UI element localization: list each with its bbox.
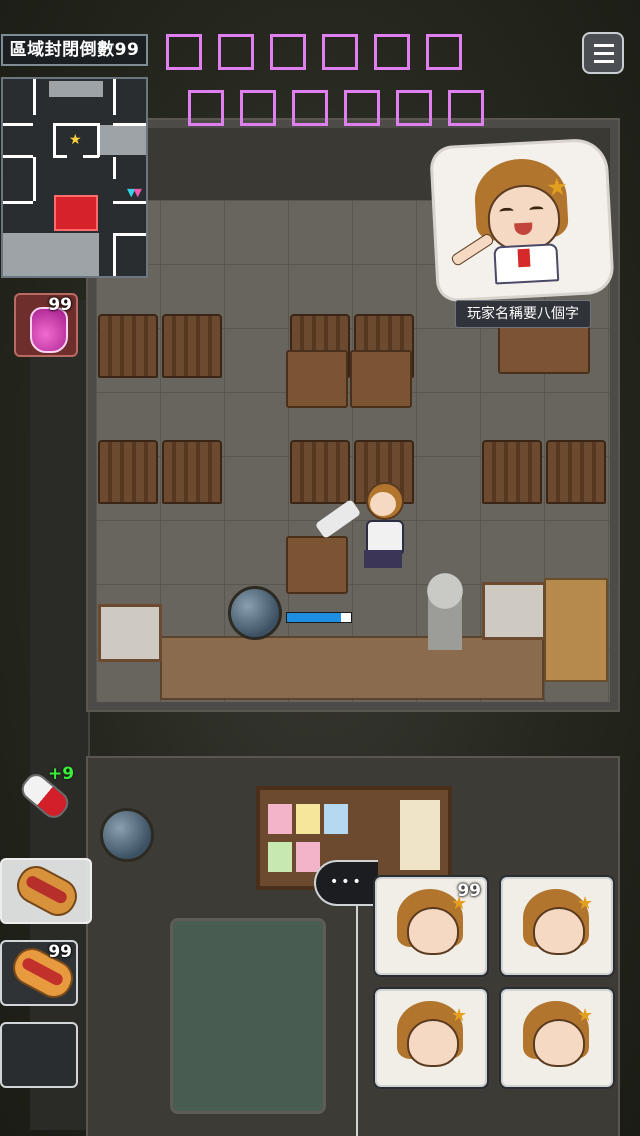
player-avatar-sticker: ★ (432, 140, 612, 300)
chair (162, 440, 222, 504)
chair (482, 440, 542, 504)
star-icon: ★ (69, 132, 82, 148)
name-box (344, 90, 380, 126)
card-slot[interactable]: ★ (375, 989, 487, 1087)
name-box-row-1 (166, 34, 462, 70)
hotdog-icon (10, 859, 84, 923)
card-slot[interactable]: ★ (501, 989, 613, 1087)
chair (162, 314, 222, 378)
desk (350, 350, 412, 408)
player-marker-icons: ▼▼ (127, 186, 142, 199)
hotdog-count: 99 (48, 942, 72, 962)
minimap-danger-zone (54, 195, 98, 231)
card-panel-toggle[interactable]: ••• (314, 860, 378, 906)
desk (286, 350, 348, 408)
menu-button[interactable] (582, 32, 624, 74)
chair (98, 440, 158, 504)
name-box (374, 34, 410, 70)
card-count: 99 (457, 881, 481, 901)
card-slot[interactable]: ★ 99 (375, 877, 487, 975)
name-box (240, 90, 276, 126)
desk (286, 536, 348, 594)
zone-close-countdown: 區域封閉倒數99 (1, 34, 148, 66)
panel-divider (356, 906, 358, 1136)
potion-count: 99 (48, 295, 72, 315)
empty-item-slot[interactable] (0, 1022, 78, 1088)
name-box-row-2 (188, 90, 484, 126)
globe (100, 808, 154, 862)
card-slot[interactable]: ★ (501, 877, 613, 975)
globe (228, 586, 282, 640)
easel (98, 604, 162, 662)
player-name-label: 玩家名稱要八個字 (455, 300, 591, 328)
name-box (218, 34, 254, 70)
more-dots: ••• (330, 874, 364, 890)
name-box (188, 90, 224, 126)
sparkle-icon: ★ (577, 893, 594, 914)
name-box (292, 90, 328, 126)
name-box (396, 90, 432, 126)
chair (290, 440, 350, 504)
name-box (448, 90, 484, 126)
sparkle-icon: ★ (451, 1005, 468, 1026)
bed (170, 918, 326, 1114)
hotdog-slot-selected[interactable] (0, 858, 92, 924)
pill-bonus: +9 (48, 764, 75, 784)
name-box (426, 34, 462, 70)
player-progress-bar (286, 612, 352, 623)
potion-slot[interactable]: 99 (14, 293, 78, 357)
player-character (314, 482, 404, 580)
sparkle-icon: ★ (577, 1005, 594, 1026)
name-box (322, 34, 358, 70)
chair (98, 314, 158, 378)
easel (482, 582, 546, 640)
name-box (270, 34, 306, 70)
chair (546, 440, 606, 504)
plaster-bust (420, 566, 470, 666)
teacher-platform (160, 636, 544, 700)
hotdog-slot[interactable]: 99 (0, 940, 80, 1006)
name-box (166, 34, 202, 70)
minimap[interactable]: ★ ▼▼ (1, 77, 148, 278)
sparkle-icon: ★ (545, 172, 569, 202)
cabinet (544, 578, 608, 682)
